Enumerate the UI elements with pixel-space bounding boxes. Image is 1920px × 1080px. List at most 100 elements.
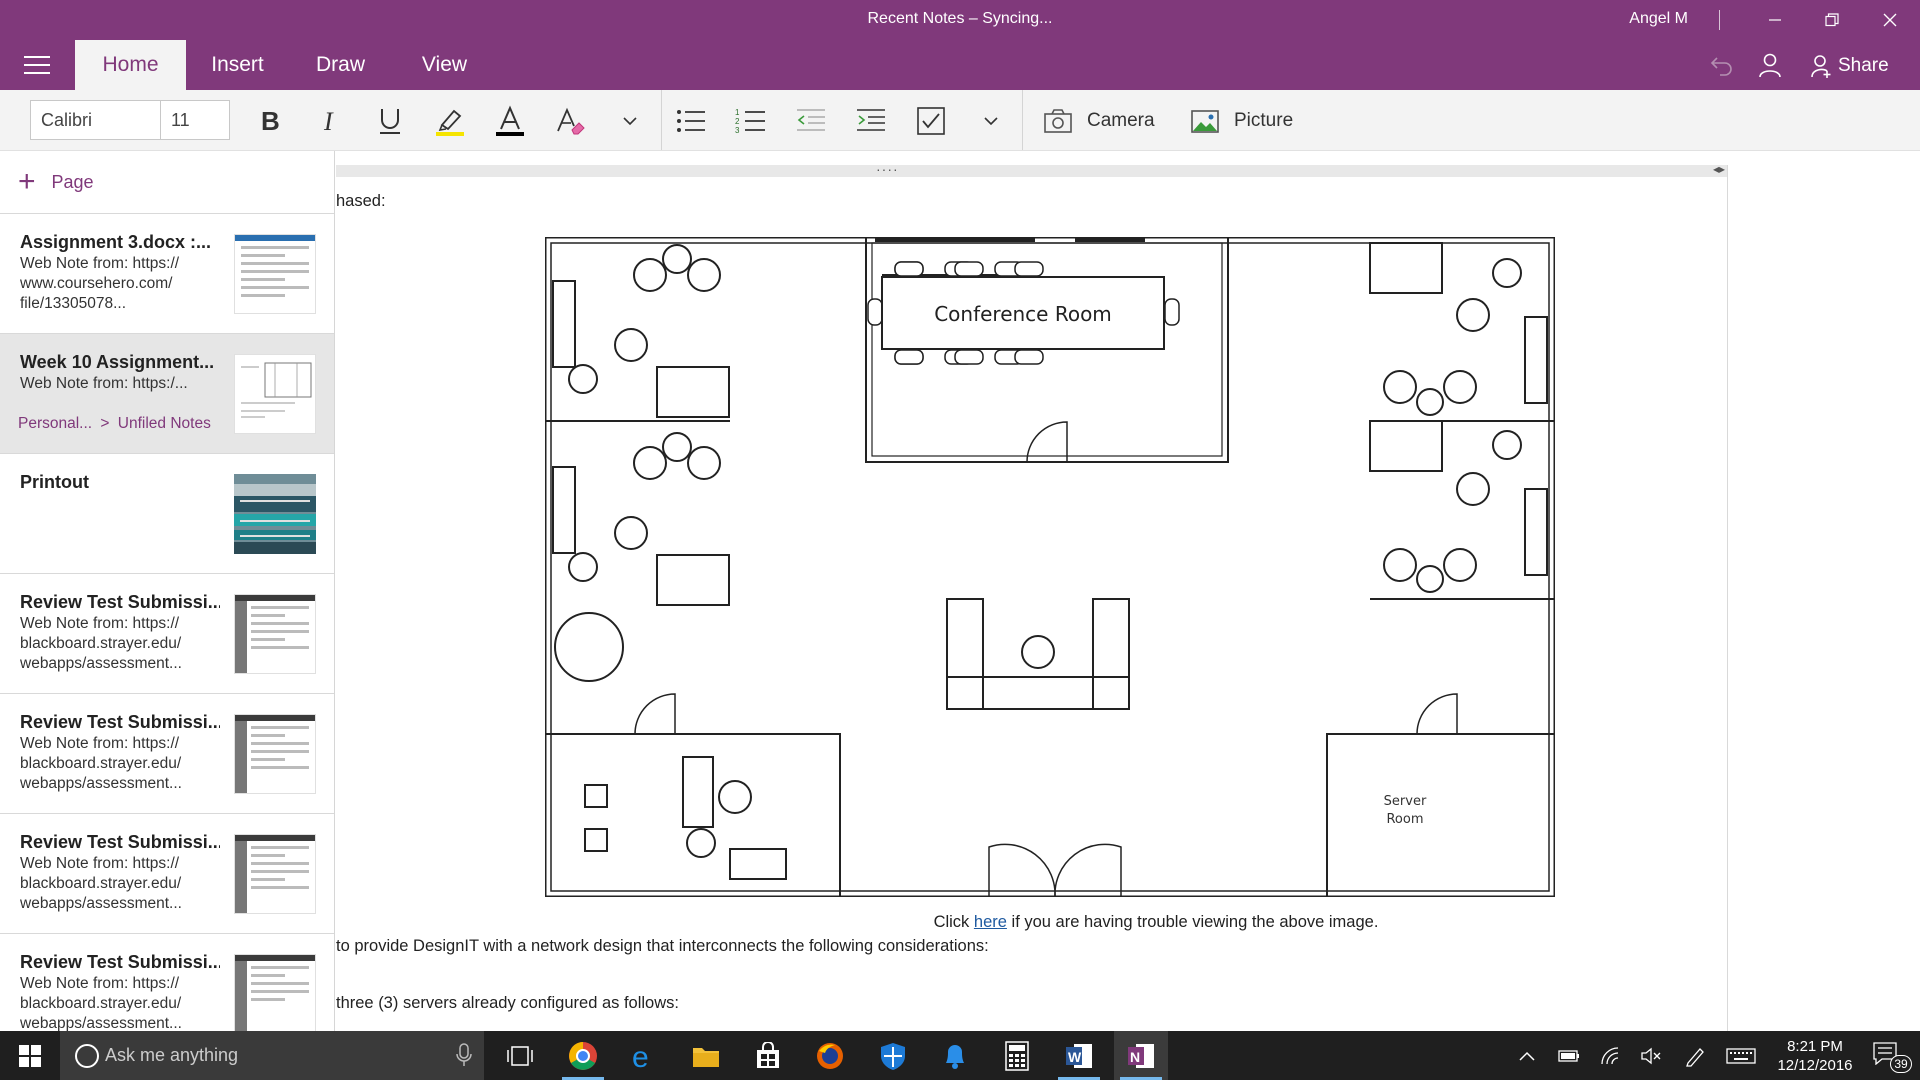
note-container-bar[interactable]: ···· ◂▸ <box>336 161 1727 177</box>
account-button[interactable] <box>1757 52 1783 78</box>
tab-home[interactable]: Home <box>75 40 186 90</box>
italic-icon: I <box>323 107 334 135</box>
camera-button[interactable]: Camera <box>1043 106 1155 136</box>
drag-handle-icon[interactable]: ···· <box>876 161 899 177</box>
shield-icon <box>881 1042 905 1070</box>
more-paragraph-button[interactable] <box>974 104 1008 138</box>
page-preview: Web Note from: https:// blackboard.stray… <box>20 734 220 794</box>
close-button[interactable] <box>1860 0 1920 40</box>
svg-text:e: e <box>632 1041 649 1071</box>
share-button[interactable]: Share <box>1810 52 1889 80</box>
preview-line: file/13305078... <box>20 295 127 312</box>
more-formatting-button[interactable] <box>613 104 647 138</box>
network-tray[interactable] <box>1600 1045 1622 1067</box>
breadcrumb-page[interactable]: Unfiled Notes <box>118 415 211 432</box>
minimize-button[interactable] <box>1745 0 1805 40</box>
battery-icon <box>1558 1050 1579 1062</box>
page-list-item[interactable]: Review Test Submissi... Web Note from: h… <box>0 813 334 933</box>
bold-button[interactable]: B <box>253 104 287 138</box>
share-person-icon <box>1811 55 1831 78</box>
taskbar-defender[interactable] <box>866 1031 920 1080</box>
underline-button[interactable] <box>373 104 407 138</box>
highlight-button[interactable] <box>433 104 467 138</box>
highlighter-icon <box>436 109 464 136</box>
preview-line: blackboard.strayer.edu/ <box>20 635 182 652</box>
page-list-item[interactable]: Review Test Submissi... Web Note from: h… <box>0 573 334 693</box>
taskbar-edge[interactable]: e <box>617 1031 671 1080</box>
chevron-up-icon <box>1519 1051 1535 1061</box>
tab-view[interactable]: View <box>417 40 472 90</box>
tab-insert[interactable]: Insert <box>205 40 270 90</box>
todo-tag-button[interactable] <box>914 104 948 138</box>
page-list-item[interactable]: Printout <box>0 453 334 573</box>
microphone-icon[interactable] <box>456 1043 472 1067</box>
numbering-button[interactable]: 123 <box>734 104 768 138</box>
note-text-line[interactable]: hased: <box>336 192 386 211</box>
preview-line: Web Note from: https:// <box>20 975 180 992</box>
taskbar-onenote[interactable]: N <box>1114 1031 1168 1080</box>
page-thumbnail <box>234 234 316 314</box>
page-title: Week 10 Assignment... <box>20 352 215 372</box>
battery-tray[interactable] <box>1558 1045 1580 1067</box>
font-size-field[interactable]: 11 <box>160 100 230 140</box>
page-preview: Web Note from: https:// blackboard.stray… <box>20 974 220 1031</box>
caption-here-link[interactable]: here <box>974 913 1007 931</box>
taskbar-clock[interactable]: 8:21 PM 12/12/2016 <box>1766 1037 1864 1075</box>
taskbar-calculator[interactable] <box>990 1031 1044 1080</box>
minimize-icon <box>1769 19 1781 21</box>
store-bag-icon <box>757 1041 779 1068</box>
hamburger-menu-icon[interactable] <box>24 56 50 74</box>
notification-count-badge: 39 <box>1890 1055 1912 1073</box>
wifi-icon <box>1601 1047 1619 1065</box>
floorplan-thumbnail <box>241 362 312 418</box>
note-canvas[interactable]: ···· ◂▸ hased: Conference Room Server Ro… <box>336 151 1920 1031</box>
show-hidden-icons[interactable] <box>1518 1045 1536 1067</box>
task-view-icon[interactable] <box>505 1044 535 1068</box>
page-list-item[interactable]: Review Test Submissi... Web Note from: h… <box>0 693 334 813</box>
taskbar-chrome[interactable] <box>556 1031 610 1080</box>
note-text-line[interactable]: three (3) servers already configured as … <box>336 994 679 1013</box>
font-color-button[interactable] <box>493 104 527 138</box>
search-box[interactable]: Ask me anything <box>60 1031 484 1080</box>
clear-formatting-button[interactable] <box>553 104 587 138</box>
taskbar-word[interactable]: W <box>1052 1031 1106 1080</box>
taskbar-file-explorer[interactable] <box>679 1031 733 1080</box>
conference-room-label: Conference Room <box>934 302 1112 326</box>
tab-draw[interactable]: Draw <box>313 40 368 90</box>
action-center-button[interactable]: 39 <box>1872 1041 1912 1073</box>
restore-button[interactable] <box>1802 0 1862 40</box>
volume-tray[interactable] <box>1640 1045 1662 1067</box>
page-list-item[interactable]: Assignment 3.docx :... Web Note from: ht… <box>0 213 334 333</box>
increase-indent-button[interactable] <box>854 104 888 138</box>
undo-button[interactable] <box>1708 52 1736 78</box>
font-name-field[interactable]: Calibri <box>30 100 161 140</box>
image-caption: Click here if you are having trouble vie… <box>736 913 1576 932</box>
page-list-item[interactable]: Review Test Submissi... Web Note from: h… <box>0 933 334 1031</box>
taskbar-store[interactable] <box>741 1031 795 1080</box>
page-list-item[interactable]: Week 10 Assignment... Web Note from: htt… <box>0 333 334 453</box>
touch-keyboard-tray[interactable] <box>1726 1045 1756 1067</box>
breadcrumb-section[interactable]: Personal... <box>18 415 92 432</box>
clock-date: 12/12/2016 <box>1777 1057 1853 1074</box>
user-name[interactable]: Angel M <box>1629 10 1688 28</box>
taskbar-firefox[interactable] <box>803 1031 857 1080</box>
resize-handle-icon[interactable]: ◂▸ <box>1713 162 1725 176</box>
preview-line: Web Note from: https:// <box>20 615 180 632</box>
page-thumbnail <box>234 714 316 794</box>
note-text-line[interactable]: to provide DesignIT with a network desig… <box>336 937 989 956</box>
camera-icon <box>1044 109 1072 133</box>
italic-button[interactable]: I <box>313 104 347 138</box>
picture-button[interactable]: Picture <box>1190 106 1293 136</box>
taskbar-notifications-app[interactable] <box>928 1031 982 1080</box>
pen-workspace-tray[interactable] <box>1684 1045 1706 1067</box>
page-title: Review Test Submissi... <box>20 952 220 972</box>
start-button[interactable] <box>0 1031 60 1080</box>
caption-text-before: Click <box>933 913 974 931</box>
page-thumbnail <box>234 834 316 914</box>
preview-line: Web Note from: https:// <box>20 735 180 752</box>
preview-line: Web Note from: https:/... <box>20 375 188 392</box>
bullets-button[interactable] <box>674 104 708 138</box>
add-page-button[interactable]: + Page <box>18 165 94 199</box>
share-label: Share <box>1838 55 1889 76</box>
decrease-indent-button[interactable] <box>794 104 828 138</box>
